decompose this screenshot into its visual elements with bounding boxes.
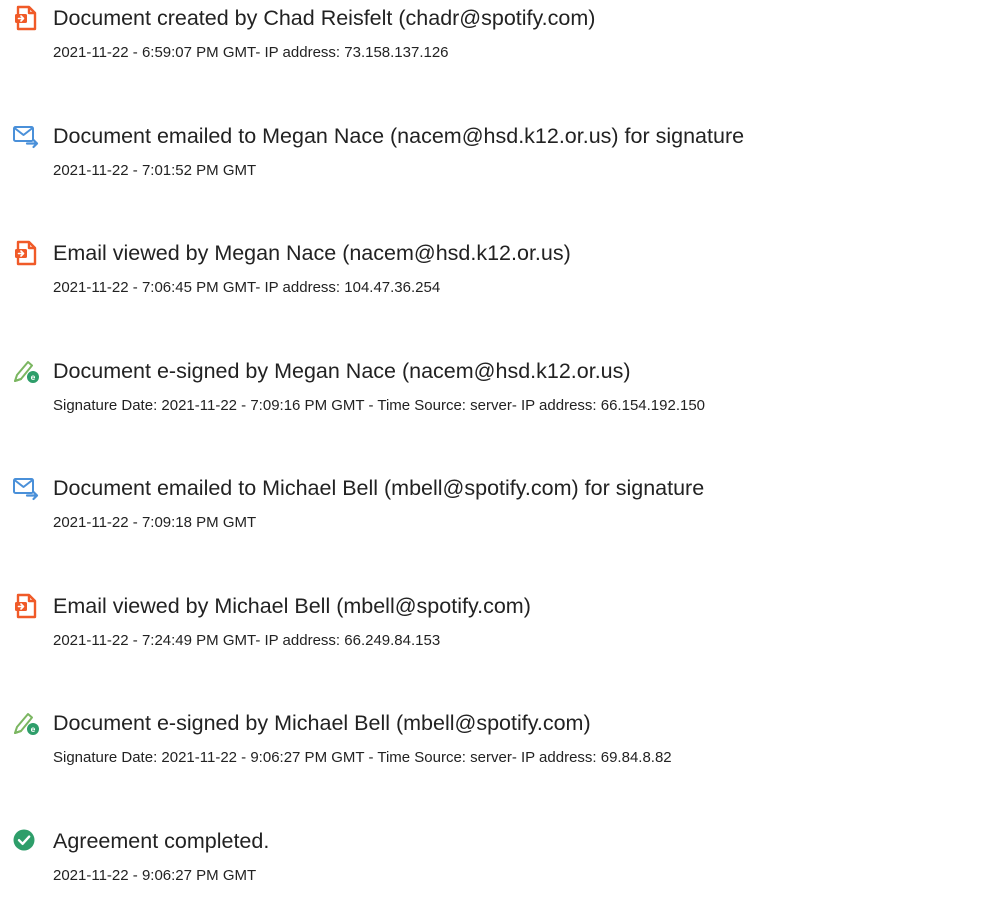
event-detail: Signature Date: 2021-11-22 - 7:09:16 PM … — [53, 397, 706, 414]
document-viewed-icon — [12, 592, 40, 620]
event-title: Document emailed to Michael Bell (mbell@… — [53, 476, 705, 500]
svg-text:e: e — [31, 724, 36, 734]
audit-event-email-sent: Document emailed to Megan Nace (nacem@hs… — [0, 122, 986, 202]
audit-event-email-sent: Document emailed to Michael Bell (mbell@… — [0, 474, 986, 554]
event-detail: 2021-11-22 - 7:06:45 PM GMT- IP address:… — [53, 279, 441, 296]
agreement-completed-icon — [12, 827, 40, 855]
event-detail: 2021-11-22 - 7:24:49 PM GMT- IP address:… — [53, 632, 441, 649]
document-created-icon — [12, 4, 40, 32]
event-title: Email viewed by Megan Nace (nacem@hsd.k1… — [53, 241, 571, 265]
e-signed-icon: e — [12, 709, 40, 737]
email-sent-icon — [12, 474, 40, 502]
event-detail: 2021-11-22 - 6:59:07 PM GMT- IP address:… — [53, 44, 449, 61]
event-title: Document created by Chad Reisfelt (chadr… — [53, 6, 596, 30]
event-title: Document e-signed by Megan Nace (nacem@h… — [53, 359, 631, 383]
event-detail: 2021-11-22 - 7:01:52 PM GMT — [53, 162, 257, 179]
audit-event-document-created: Document created by Chad Reisfelt (chadr… — [0, 4, 986, 84]
event-title: Agreement completed. — [53, 829, 270, 853]
event-title: Email viewed by Michael Bell (mbell@spot… — [53, 594, 531, 618]
event-detail: Signature Date: 2021-11-22 - 9:06:27 PM … — [53, 749, 672, 766]
event-title: Document emailed to Megan Nace (nacem@hs… — [53, 124, 745, 148]
email-sent-icon — [12, 122, 40, 150]
event-title: Document e-signed by Michael Bell (mbell… — [53, 711, 591, 735]
document-viewed-icon — [12, 239, 40, 267]
audit-event-e-signed: e Document e-signed by Michael Bell (mbe… — [0, 709, 986, 789]
audit-event-email-viewed: Email viewed by Michael Bell (mbell@spot… — [0, 592, 986, 672]
audit-event-agreement-completed: Agreement completed. 2021-11-22 - 9:06:2… — [0, 827, 986, 907]
e-signed-icon: e — [12, 357, 40, 385]
event-detail: 2021-11-22 - 9:06:27 PM GMT — [53, 867, 257, 884]
audit-event-e-signed: e Document e-signed by Megan Nace (nacem… — [0, 357, 986, 437]
event-detail: 2021-11-22 - 7:09:18 PM GMT — [53, 514, 257, 531]
audit-event-email-viewed: Email viewed by Megan Nace (nacem@hsd.k1… — [0, 239, 986, 319]
svg-text:e: e — [31, 372, 36, 382]
